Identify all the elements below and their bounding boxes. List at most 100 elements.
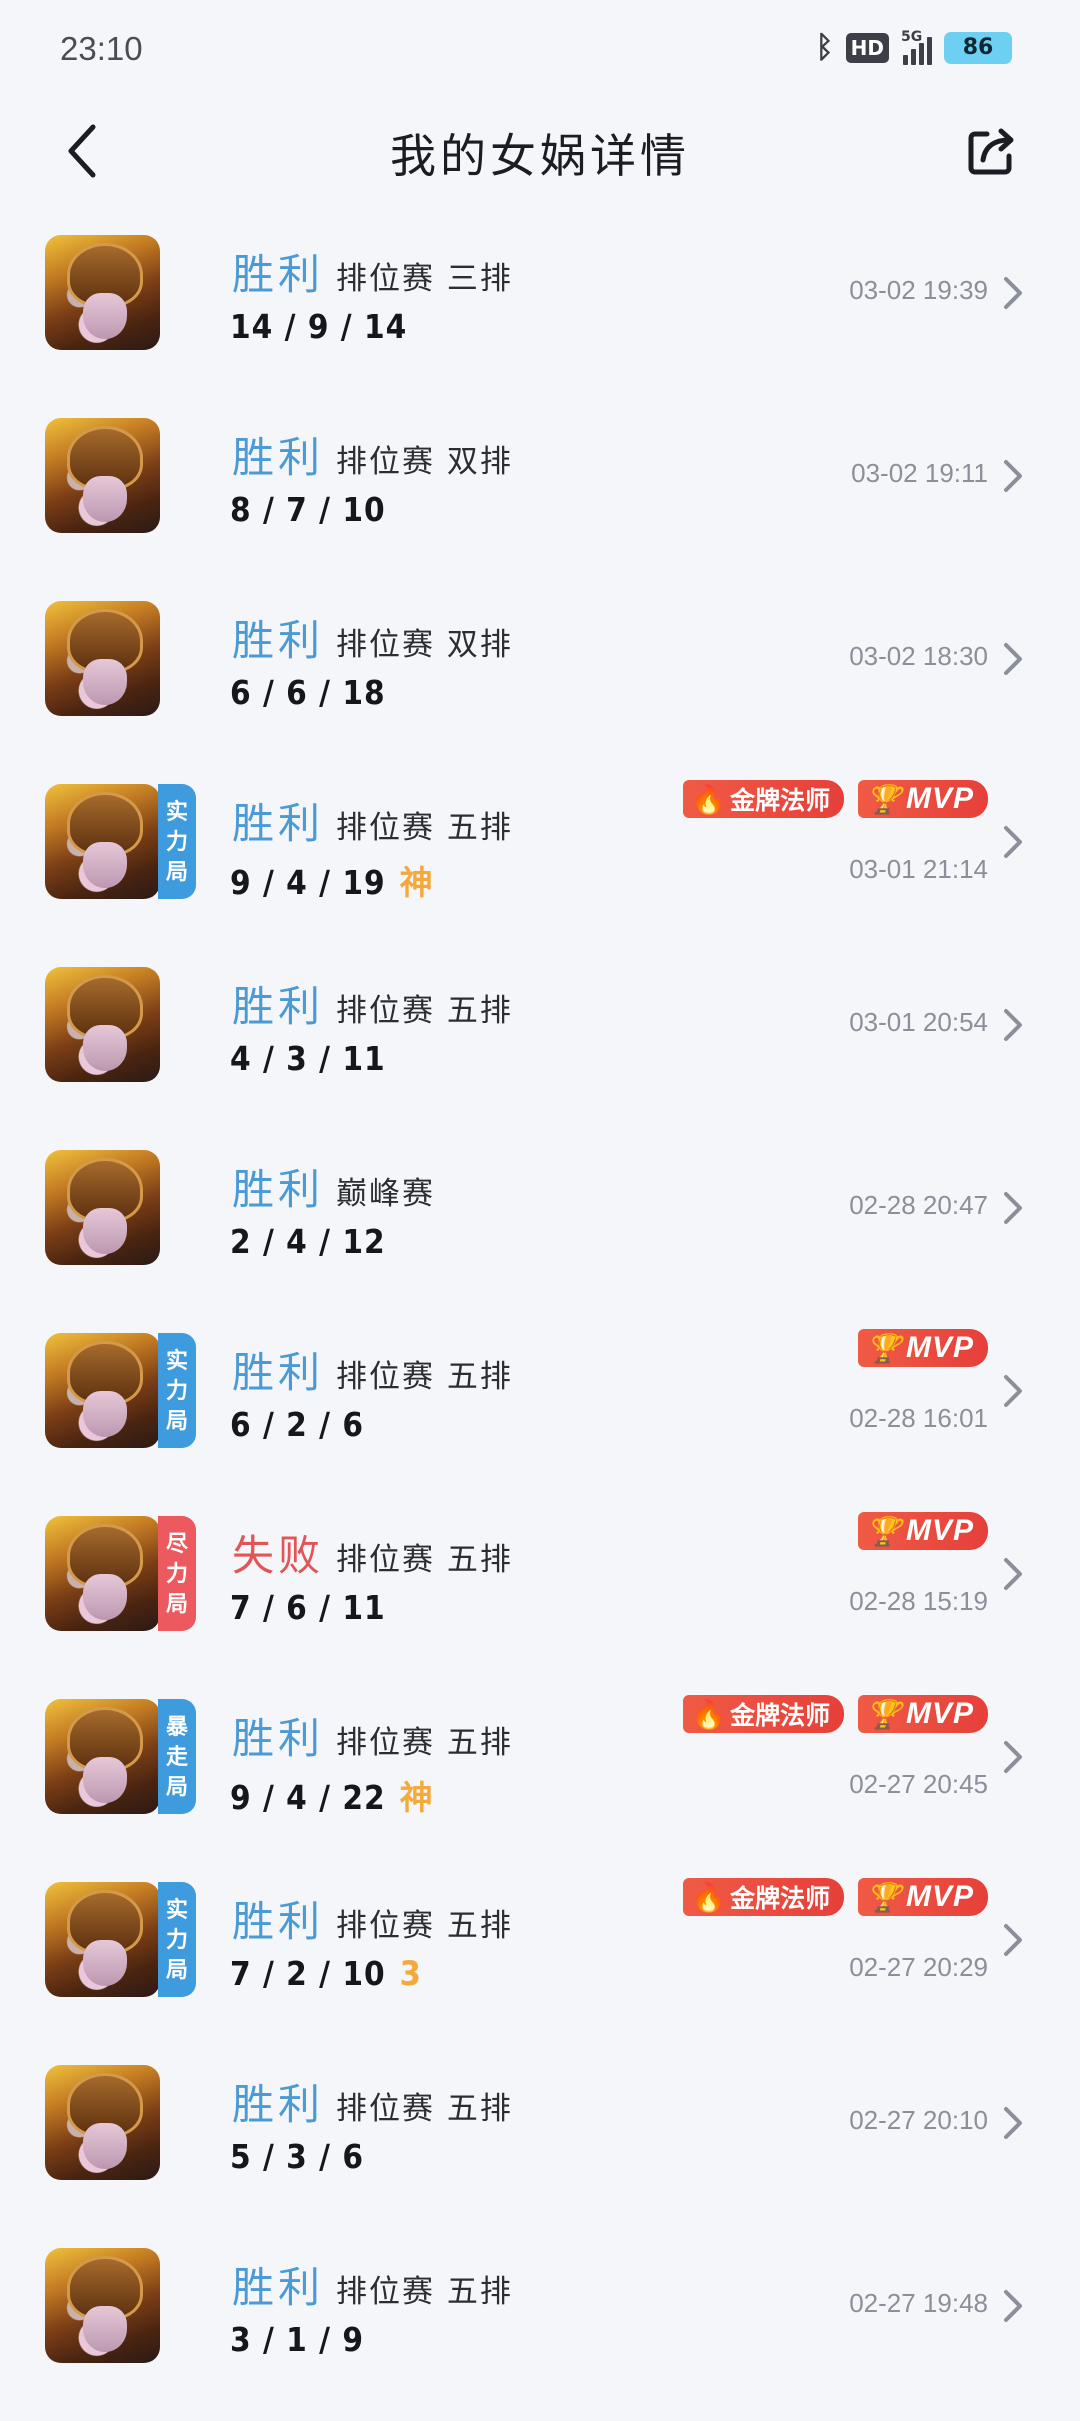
kda-value: 7 / 2 / 10 <box>230 1954 386 1993</box>
match-time: 02-27 20:45 <box>849 1769 988 1799</box>
chevron-right-icon <box>1004 826 1022 858</box>
chevron-right-icon <box>1004 1009 1022 1041</box>
match-mode: 排位赛 五排 <box>336 993 513 1029</box>
match-mode: 排位赛 五排 <box>336 2091 513 2127</box>
hero-avatar <box>45 784 160 899</box>
match-kda: 7 / 6 / 11 <box>230 1588 386 1627</box>
match-time: 02-28 20:47 <box>849 1190 988 1220</box>
match-row[interactable]: 胜利 排位赛 五排 5 / 3 / 6 02-27 20:10 <box>0 2055 1080 2238</box>
match-badge: 暴走局 <box>158 1699 196 1814</box>
award-list: 🔥 金牌法师 🏆 MVP <box>683 1878 988 1916</box>
mvp-award: 🏆 MVP <box>858 780 988 818</box>
battery-icon: 86 <box>944 31 1012 64</box>
match-time: 03-02 19:39 <box>849 275 988 305</box>
award-list: 🔥 金牌法师 🏆 MVP <box>683 1695 988 1733</box>
kda-value: 14 / 9 / 14 <box>230 307 408 346</box>
match-time: 02-27 19:48 <box>849 2288 988 2318</box>
match-result: 胜利 <box>232 1714 325 1763</box>
app-header: 我的女娲详情 <box>0 100 1080 200</box>
match-kda: 8 / 7 / 10 <box>230 490 386 529</box>
kda-value: 6 / 6 / 18 <box>230 673 386 712</box>
kda-value: 8 / 7 / 10 <box>230 490 386 529</box>
match-mode: 排位赛 五排 <box>336 1725 513 1761</box>
match-time: 02-28 15:19 <box>849 1586 988 1616</box>
hero-avatar <box>45 2065 160 2180</box>
status-icons: ᛒ HD 5G 86 <box>816 29 1012 65</box>
badge-char: 走 <box>165 1743 188 1770</box>
match-row[interactable]: 胜利 排位赛 三排 14 / 9 / 14 03-02 19:39 <box>0 225 1080 408</box>
gold-mage-award: 🔥 金牌法师 <box>683 1878 845 1916</box>
trophy-icon: 🏆 <box>866 1698 902 1730</box>
match-row[interactable]: 实力局胜利 排位赛 五排 7 / 2 / 10 3 🔥 金牌法师 🏆 MVP 02-27 20:… <box>0 1872 1080 2055</box>
match-row[interactable]: 胜利 排位赛 双排 6 / 6 / 18 03-02 18:30 <box>0 591 1080 774</box>
match-time: 03-01 21:14 <box>849 854 988 884</box>
badge-char: 局 <box>165 1590 188 1617</box>
match-mode: 排位赛 五排 <box>336 1359 513 1395</box>
match-row[interactable]: 胜利 排位赛 五排 3 / 1 / 9 02-27 19:48 <box>0 2238 1080 2421</box>
match-badge: 实力局 <box>158 1333 196 1448</box>
match-result: 胜利 <box>232 1897 325 1946</box>
award-list: 🏆 MVP <box>858 1329 988 1367</box>
match-time: 03-02 19:11 <box>851 458 988 488</box>
badge-char: 局 <box>165 858 188 885</box>
mvp-award: 🏆 MVP <box>858 1695 988 1733</box>
chevron-right-icon <box>1004 1741 1022 1773</box>
match-result: 胜利 <box>232 616 325 665</box>
gold-mage-award: 🔥 金牌法师 <box>683 780 845 818</box>
hero-avatar <box>45 601 160 716</box>
match-result: 胜利 <box>232 1165 325 1214</box>
trophy-icon: 🏆 <box>866 1515 902 1547</box>
hero-avatar <box>45 1150 160 1265</box>
match-row[interactable]: 暴走局胜利 排位赛 五排 9 / 4 / 22 神 🔥 金牌法师 🏆 MVP 02-27 20:… <box>0 1689 1080 1872</box>
kda-value: 5 / 3 / 6 <box>230 2137 364 2176</box>
award-label: MVP <box>905 1331 974 1364</box>
match-badge: 实力局 <box>158 1882 196 1997</box>
hero-avatar <box>45 235 160 350</box>
match-result: 胜利 <box>232 799 325 848</box>
flame-icon: 🔥 <box>691 1880 727 1914</box>
match-time: 02-28 16:01 <box>849 1403 988 1433</box>
kda-value: 9 / 4 / 19 <box>230 863 386 902</box>
badge-char: 暴 <box>165 1713 188 1740</box>
page-title: 我的女娲详情 <box>390 129 690 183</box>
award-label: MVP <box>905 1697 974 1730</box>
match-row[interactable]: 实力局胜利 排位赛 五排 6 / 2 / 6 🏆 MVP 02-28 16:01 <box>0 1323 1080 1506</box>
match-kda: 7 / 2 / 10 3 <box>230 1954 422 1994</box>
match-list: 胜利 排位赛 三排 14 / 9 / 14 03-02 19:39 胜利 排位赛 双排 8 … <box>0 225 1080 2421</box>
hero-avatar <box>45 2248 160 2363</box>
match-kda: 2 / 4 / 12 <box>230 1222 386 1261</box>
match-result: 胜利 <box>232 250 325 299</box>
match-badge: 尽力局 <box>158 1516 196 1631</box>
match-result: 胜利 <box>232 2080 325 2129</box>
kda-value: 3 / 1 / 9 <box>230 2320 364 2359</box>
match-result: 胜利 <box>232 982 325 1031</box>
match-kda: 5 / 3 / 6 <box>230 2137 364 2176</box>
match-kda: 9 / 4 / 19 神 <box>230 856 434 904</box>
match-kda: 6 / 6 / 18 <box>230 673 386 712</box>
match-row[interactable]: 尽力局失败 排位赛 五排 7 / 6 / 11 🏆 MVP 02-28 15:19 <box>0 1506 1080 1689</box>
status-bar: 23:10 ᛒ HD 5G 86 <box>0 0 1080 100</box>
match-mode: 排位赛 五排 <box>336 810 513 846</box>
match-mode: 排位赛 双排 <box>336 444 513 480</box>
match-row[interactable]: 胜利 排位赛 五排 4 / 3 / 11 03-01 20:54 <box>0 957 1080 1140</box>
badge-char: 力 <box>165 1377 188 1404</box>
match-kda: 6 / 2 / 6 <box>230 1405 364 1444</box>
match-row[interactable]: 实力局胜利 排位赛 五排 9 / 4 / 19 神 🔥 金牌法师 🏆 MVP 03-01 21:… <box>0 774 1080 957</box>
match-row[interactable]: 胜利 巅峰赛 2 / 4 / 12 02-28 20:47 <box>0 1140 1080 1323</box>
award-label: MVP <box>905 1514 974 1547</box>
trophy-icon: 🏆 <box>866 1881 902 1913</box>
share-button[interactable] <box>958 116 1028 186</box>
match-kda: 9 / 4 / 22 神 <box>230 1771 434 1819</box>
match-kda: 3 / 1 / 9 <box>230 2320 364 2359</box>
award-list: 🏆 MVP <box>858 1512 988 1550</box>
match-time: 02-27 20:29 <box>849 1952 988 1982</box>
badge-char: 实 <box>165 1347 188 1374</box>
match-mode: 巅峰赛 <box>336 1176 435 1212</box>
badge-char: 局 <box>165 1956 188 1983</box>
award-label: MVP <box>905 782 974 815</box>
match-row[interactable]: 胜利 排位赛 双排 8 / 7 / 10 03-02 19:11 <box>0 408 1080 591</box>
chevron-right-icon <box>1004 1558 1022 1590</box>
chevron-right-icon <box>1004 1375 1022 1407</box>
chevron-right-icon <box>1004 643 1022 675</box>
match-result: 失败 <box>232 1531 325 1580</box>
